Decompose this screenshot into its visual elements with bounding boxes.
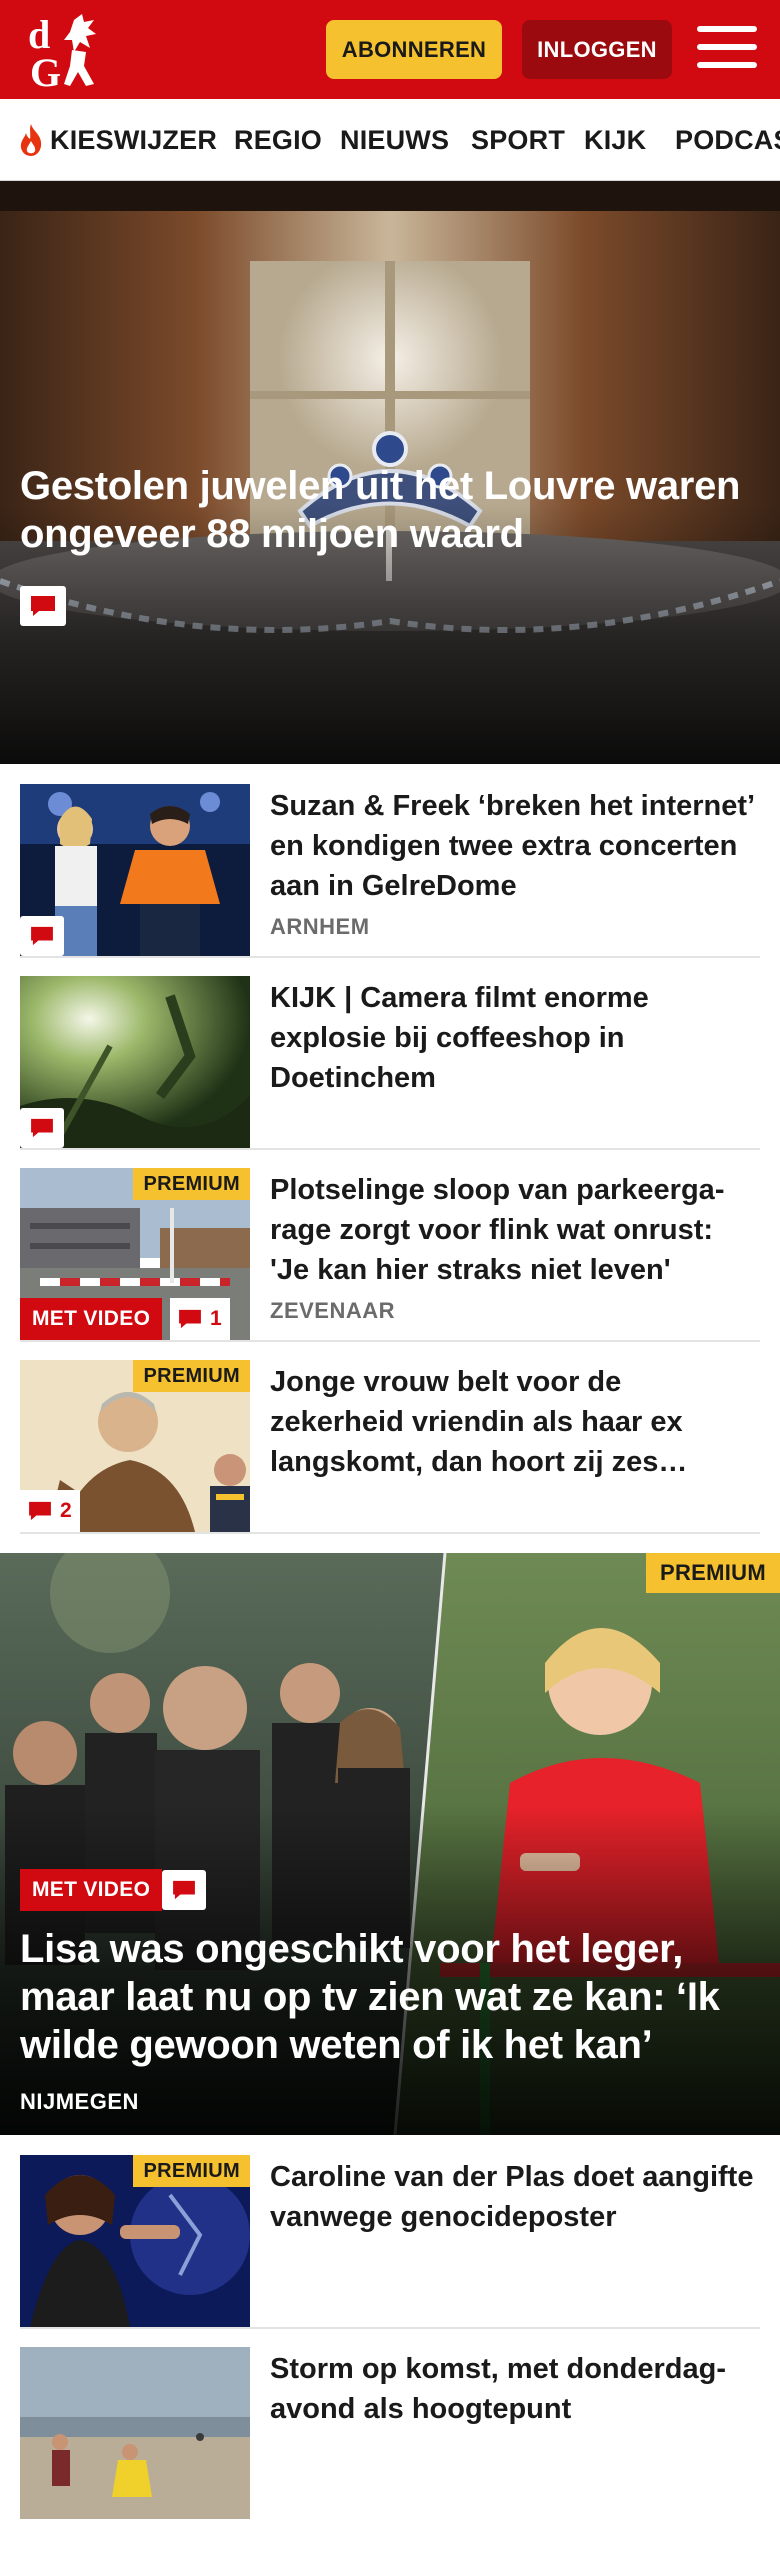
nav-item-sport[interactable]: SPORT xyxy=(471,99,566,180)
article-title[interactable]: Plotselinge sloop van parkeerga­rage zor… xyxy=(270,1170,760,1290)
nav-item-kijk[interactable]: KIJK xyxy=(584,99,647,180)
article-thumbnail xyxy=(20,976,250,1148)
hero-title[interactable]: Gestolen juwelen uit het Louvre waren on… xyxy=(20,462,770,558)
top-header: d G ABONNEREN INLOGGEN xyxy=(0,0,780,99)
comment-icon xyxy=(179,1309,201,1329)
svg-text:G: G xyxy=(30,50,61,90)
login-button[interactable]: INLOGGEN xyxy=(522,20,672,79)
feature-title[interactable]: Lisa was ongeschikt voor het leger, maar… xyxy=(20,1925,770,2069)
nav-item-label: KIESWIJZER xyxy=(50,124,218,155)
article-thumbnail xyxy=(20,784,250,956)
nav-item-nieuws[interactable]: NIEUWS xyxy=(340,99,450,180)
article-title[interactable]: Caroline van der Plas doet aangifte vanw… xyxy=(270,2157,760,2237)
article-title[interactable]: Jonge vrouw belt voor de zekerheid vrien… xyxy=(270,1362,760,1482)
nav-item-regio[interactable]: REGIO xyxy=(234,99,323,180)
nav-item-kieswijzer[interactable]: KIESWIJZER xyxy=(16,99,218,180)
nav-item-label: REGIO xyxy=(234,124,323,155)
article-thumbnail: PREMIUM MET VIDEO 1 xyxy=(20,1168,250,1340)
article-location: ZEVENAAR xyxy=(270,1298,396,1323)
subscribe-button[interactable]: ABONNEREN xyxy=(326,20,502,79)
feature-location: NIJMEGEN xyxy=(20,2089,139,2114)
article-title[interactable]: KIJK | Camera filmt enorme explosie bij … xyxy=(270,978,760,1098)
flame-icon xyxy=(20,124,42,156)
list-item[interactable]: Storm op komst, met donderdag­avond als … xyxy=(20,2347,760,2521)
list-item[interactable]: PREMIUM 2 Jonge vrouw belt voor de zeker… xyxy=(20,1360,760,1534)
nav-item-label: PODCAST xyxy=(675,124,780,155)
logo-icon[interactable]: d G xyxy=(24,10,114,90)
article-thumbnail: PREMIUM 2 xyxy=(20,1360,250,1532)
premium-badge: PREMIUM xyxy=(646,1553,780,1593)
comment-count: 2 xyxy=(60,1499,72,1522)
comment-icon xyxy=(20,586,66,626)
nav-item-label: SPORT xyxy=(471,124,566,155)
premium-badge: PREMIUM xyxy=(133,2155,250,2187)
comment-icon xyxy=(162,1870,206,1910)
hamburger-menu-icon[interactable] xyxy=(697,26,757,72)
main-nav: KIESWIJZER REGIO NIEUWS SPORT KIJK PODCA… xyxy=(0,99,780,181)
list-item[interactable]: PREMIUM MET VIDEO 1 Plotselinge sloop va… xyxy=(20,1168,760,1342)
comment-icon xyxy=(29,1501,51,1521)
video-badge: MET VIDEO xyxy=(20,1298,163,1340)
video-badge: MET VIDEO xyxy=(20,1869,163,1911)
premium-badge: PREMIUM xyxy=(133,1360,250,1392)
article-thumbnail xyxy=(20,2347,250,2519)
list-item[interactable]: PREMIUM Caroline van der Plas doet aangi… xyxy=(20,2155,760,2329)
nav-item-podcast[interactable]: PODCAST xyxy=(675,99,780,180)
comment-count: 1 xyxy=(210,1307,222,1330)
comment-icon xyxy=(20,916,64,956)
comment-icon xyxy=(20,1108,64,1148)
nav-item-label: KIJK xyxy=(584,124,647,155)
article-location: ARNHEM xyxy=(270,914,370,939)
list-item[interactable]: Suzan & Freek ‘breken het internet’ en k… xyxy=(20,784,760,958)
comment-count-badge: 2 xyxy=(20,1490,80,1532)
article-title[interactable]: Storm op komst, met donderdag­avond als … xyxy=(270,2349,760,2429)
article-title[interactable]: Suzan & Freek ‘breken het internet’ en k… xyxy=(270,786,760,906)
premium-badge: PREMIUM xyxy=(133,1168,250,1200)
list-item[interactable]: KIJK | Camera filmt enorme explosie bij … xyxy=(20,976,760,1150)
nav-item-label: NIEUWS xyxy=(340,124,450,155)
article-thumbnail: PREMIUM xyxy=(20,2155,250,2327)
comment-count-badge: 1 xyxy=(170,1298,230,1340)
